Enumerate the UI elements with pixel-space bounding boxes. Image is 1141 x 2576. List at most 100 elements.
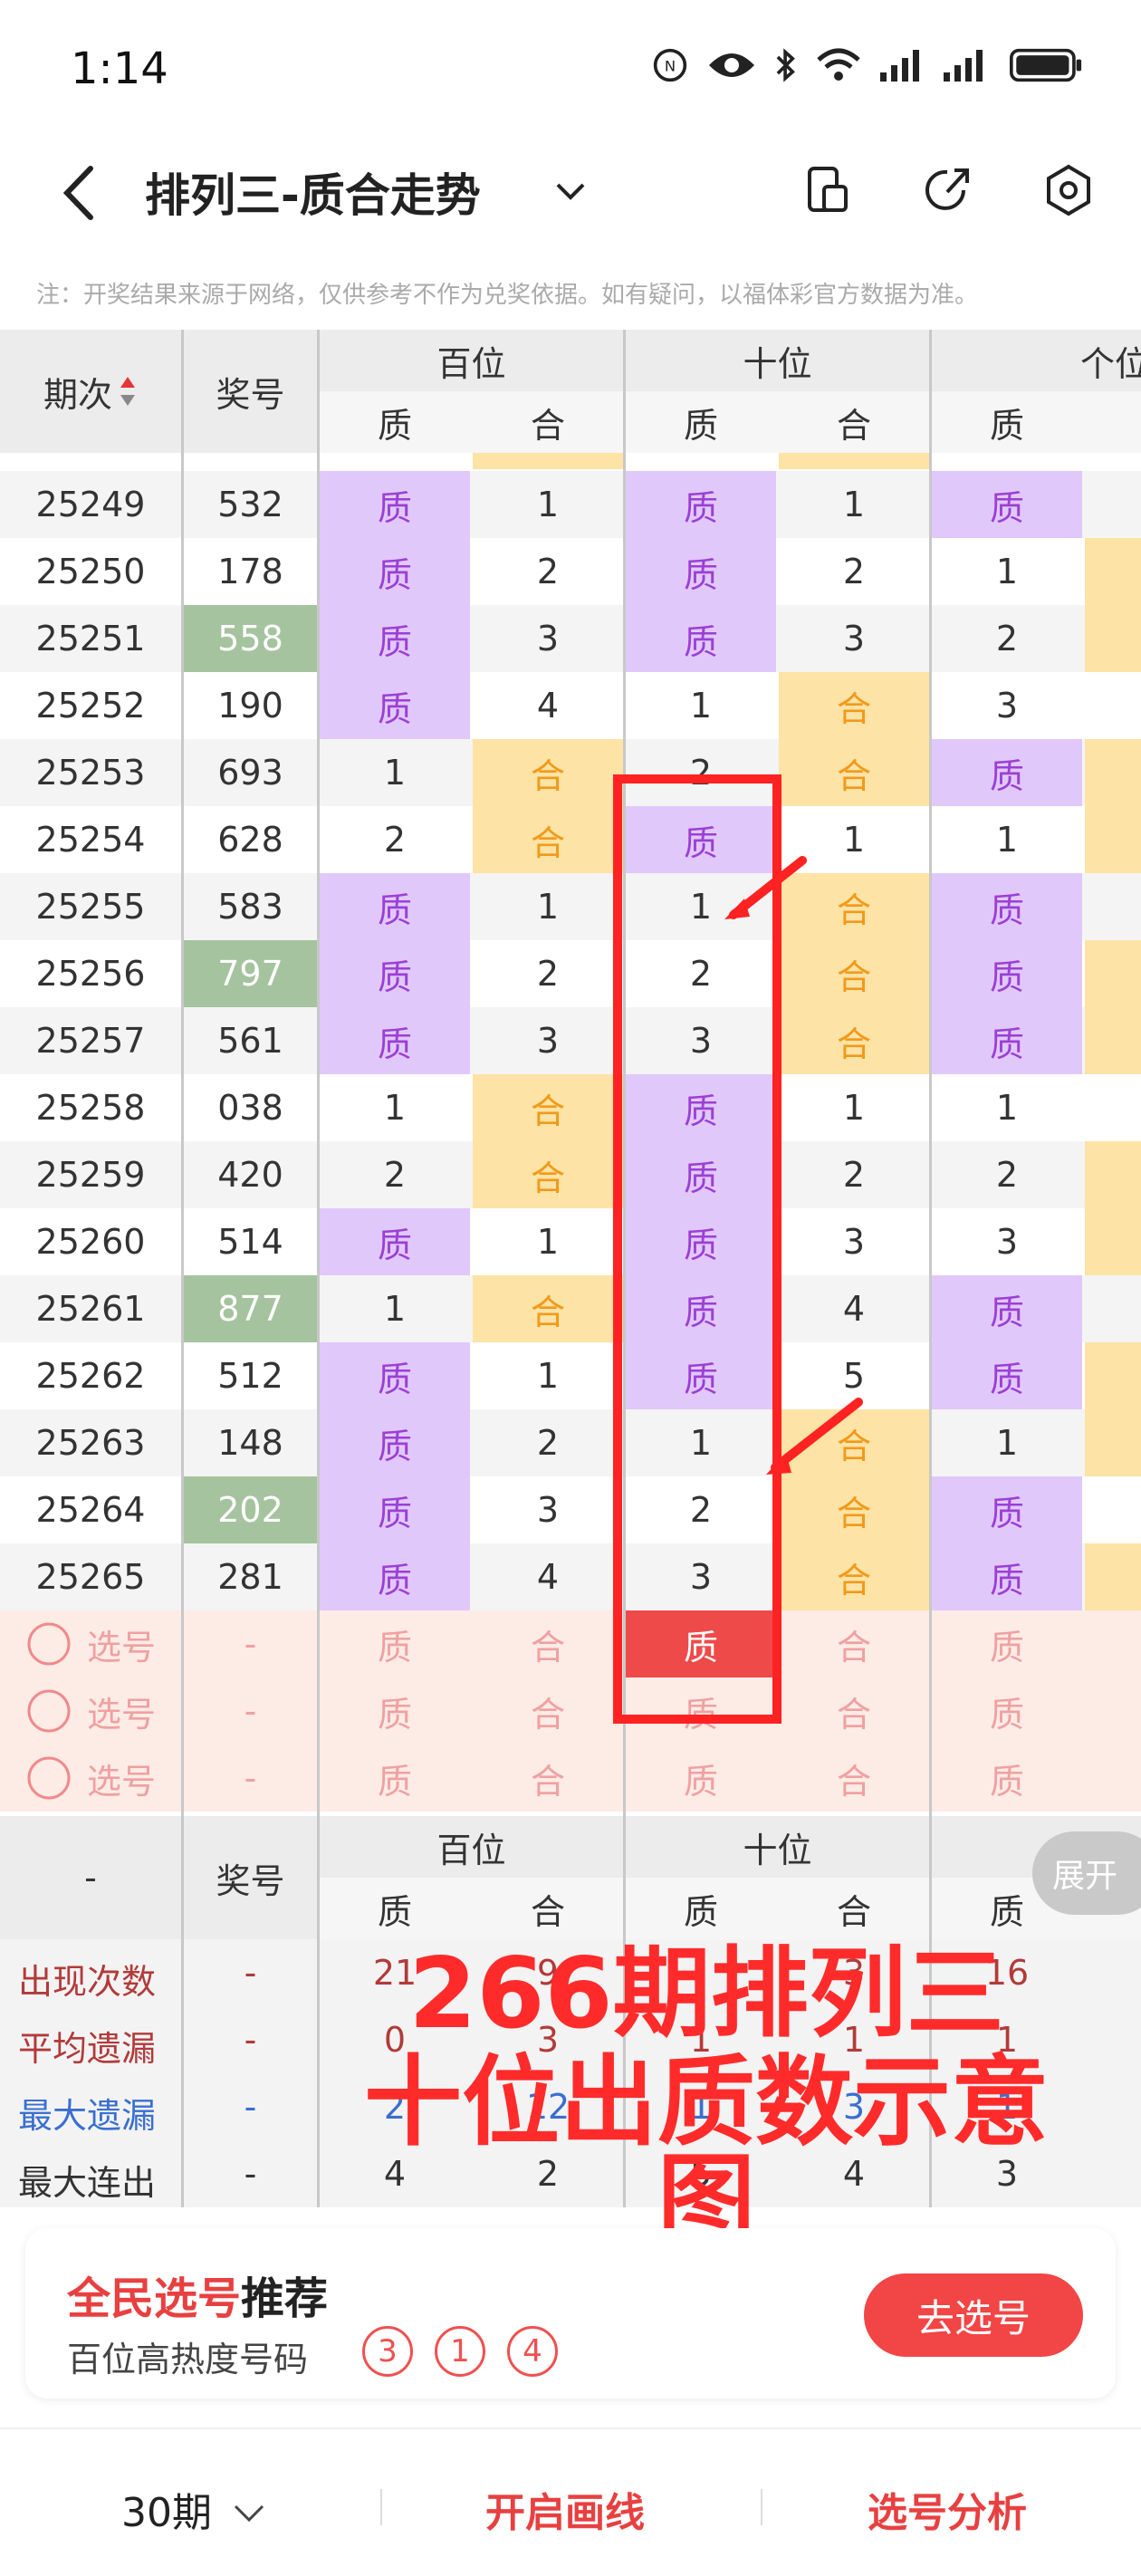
pick-cell[interactable]: 质 xyxy=(932,1610,1082,1677)
pick-cell[interactable]: 质 xyxy=(320,1610,470,1677)
trend-cell: 合 xyxy=(473,806,623,873)
trend-cell: 合 xyxy=(779,739,929,806)
pick-cell[interactable]: 质 xyxy=(932,1677,1082,1745)
draw-line-button[interactable]: 开启画线 xyxy=(485,2480,645,2538)
period-cell: 25254 xyxy=(35,820,146,860)
pick-cell[interactable]: 质 xyxy=(626,1677,776,1745)
pick-cell[interactable]: 合 xyxy=(473,1745,623,1812)
stat-label: 最大连出 xyxy=(18,2163,157,2203)
trend-cell-partial xyxy=(1085,1342,1141,1409)
share-icon[interactable] xyxy=(920,163,974,217)
number-cell: 281 xyxy=(217,1557,283,1597)
trend-cell: 2 xyxy=(842,1155,866,1195)
pick-cell[interactable]: 合 xyxy=(779,1745,929,1812)
trend-cell: 5 xyxy=(842,1356,866,1396)
trend-cell: 1 xyxy=(842,1088,866,1128)
pick-cell[interactable]: 合 xyxy=(779,1610,929,1677)
pick-cell[interactable]: 合 xyxy=(473,1610,623,1677)
settings-icon[interactable] xyxy=(1041,163,1096,217)
page-title[interactable]: 排列三-质合走势 xyxy=(145,159,481,225)
trend-cell: 质 xyxy=(320,1476,470,1543)
number-cell: 532 xyxy=(217,485,283,524)
period-cell: 25260 xyxy=(35,1222,146,1262)
trend-cell-partial xyxy=(1085,739,1141,806)
trend-cell: 合 xyxy=(779,1007,929,1074)
trend-cell: 质 xyxy=(320,1543,470,1610)
stat-label: 出现次数 xyxy=(18,1962,157,2002)
table-row: 25249 532 质 1 质 1 质 xyxy=(0,471,1141,538)
number-cell: 583 xyxy=(217,887,283,927)
trend-cell: 质 xyxy=(626,806,776,873)
pick-cell[interactable]: 合 xyxy=(779,1677,929,1745)
pick-cell[interactable]: 质 xyxy=(626,1610,776,1677)
trend-cell: 1 xyxy=(689,887,713,927)
pick-cell[interactable]: 质 xyxy=(320,1745,470,1812)
pick-row-label[interactable]: 选号 xyxy=(0,1745,181,1812)
sub-header: 质 xyxy=(377,405,412,446)
number-cell: 514 xyxy=(217,1222,283,1262)
trend-cell: 质 xyxy=(320,873,470,940)
device-switch-icon[interactable] xyxy=(801,163,855,217)
trend-cell: 2 xyxy=(689,1490,713,1530)
pick-row-label[interactable]: 选号 xyxy=(0,1610,181,1677)
eye-icon xyxy=(709,53,754,77)
trend-cell: 质 xyxy=(626,1275,776,1342)
pick-cell[interactable]: 质 xyxy=(320,1677,470,1745)
table-row: 25250 178 质 2 质 2 1 xyxy=(0,538,1141,605)
table-row: 25254 628 2 合质 1 1 xyxy=(0,806,1141,873)
trend-cell: 2 xyxy=(995,1155,1019,1195)
pick-number-cell: - xyxy=(244,1691,257,1731)
pick-cell[interactable]: 质 xyxy=(626,1745,776,1812)
number-cell: 877 xyxy=(184,1275,317,1342)
pick-analysis-button[interactable]: 选号分析 xyxy=(868,2480,1027,2538)
trend-cell: 1 xyxy=(995,820,1019,860)
trend-cell-partial xyxy=(1085,873,1141,940)
stat-value: - xyxy=(244,2020,257,2060)
pick-row[interactable]: 选号 - 质合质合质 xyxy=(0,1745,1141,1812)
period-cell: 25258 xyxy=(35,1088,146,1128)
period-cell: 25257 xyxy=(35,1021,146,1061)
trend-cell: 2 xyxy=(536,552,560,591)
period-header[interactable]: 期次 xyxy=(0,330,181,453)
expand-button[interactable]: 展开 xyxy=(1032,1831,1141,1915)
back-arrow-icon[interactable] xyxy=(54,161,109,225)
number-cell: 190 xyxy=(217,686,283,726)
card-subtitle: 百位高热度号码 xyxy=(67,2340,309,2379)
trend-cell: 1 xyxy=(842,485,866,524)
table-row: 25265 281 质 4 3 合质 xyxy=(0,1543,1141,1610)
trend-cell: 质 xyxy=(320,471,470,538)
sub-header: 质 xyxy=(683,405,718,446)
trend-cell: 2 xyxy=(842,552,866,591)
radio-circle-icon[interactable] xyxy=(25,1687,72,1735)
pick-row[interactable]: 选号 - 质合质合质 xyxy=(0,1610,1141,1677)
disclaimer-notice: 注：开奖结果来源于网络，仅供参考不作为兑奖依据。如有疑问，以福体彩官方数据为准。 xyxy=(36,282,979,309)
pick-row-label[interactable]: 选号 xyxy=(0,1677,181,1745)
group-header-tens: 十位 xyxy=(743,343,812,384)
chevron-down-icon xyxy=(234,2504,264,2523)
bluetooth-icon xyxy=(776,48,795,82)
table-row: 25264 202 质 3 2 合质 xyxy=(0,1476,1141,1543)
periods-selector[interactable]: 30期 xyxy=(121,2480,266,2538)
periods-label: 30期 xyxy=(121,2490,212,2536)
radio-circle-icon[interactable] xyxy=(25,1620,72,1668)
pick-row[interactable]: 选号 - 质合质合质 xyxy=(0,1677,1141,1745)
table-row: 25253 693 1 合 2 合质 xyxy=(0,739,1141,806)
trend-cell: 1 xyxy=(689,686,713,726)
pick-cell[interactable]: 合 xyxy=(473,1677,623,1745)
stats-sub: 质 xyxy=(683,1891,718,1932)
trend-cell: 2 xyxy=(536,954,560,994)
number-cell: 512 xyxy=(217,1356,283,1396)
overlay-title-line2: 十位出质数示意图 xyxy=(363,2046,1049,2257)
radio-circle-icon[interactable] xyxy=(25,1754,72,1802)
period-cell: 25252 xyxy=(35,686,146,726)
go-pick-button[interactable]: 去选号 xyxy=(864,2273,1083,2357)
pick-cell[interactable]: 质 xyxy=(932,1745,1082,1812)
trend-cell: 3 xyxy=(842,1222,866,1262)
trend-cell-partial xyxy=(1085,1409,1141,1476)
stat-label: 最大遗漏 xyxy=(18,2096,157,2136)
pick-number-cell: - xyxy=(244,1624,257,1664)
chevron-down-icon[interactable] xyxy=(552,176,589,207)
table-row: 25262 512 质 1 质 5 质 xyxy=(0,1342,1141,1409)
trend-cell: 合 xyxy=(779,1476,929,1543)
number-cell: 561 xyxy=(217,1021,283,1061)
